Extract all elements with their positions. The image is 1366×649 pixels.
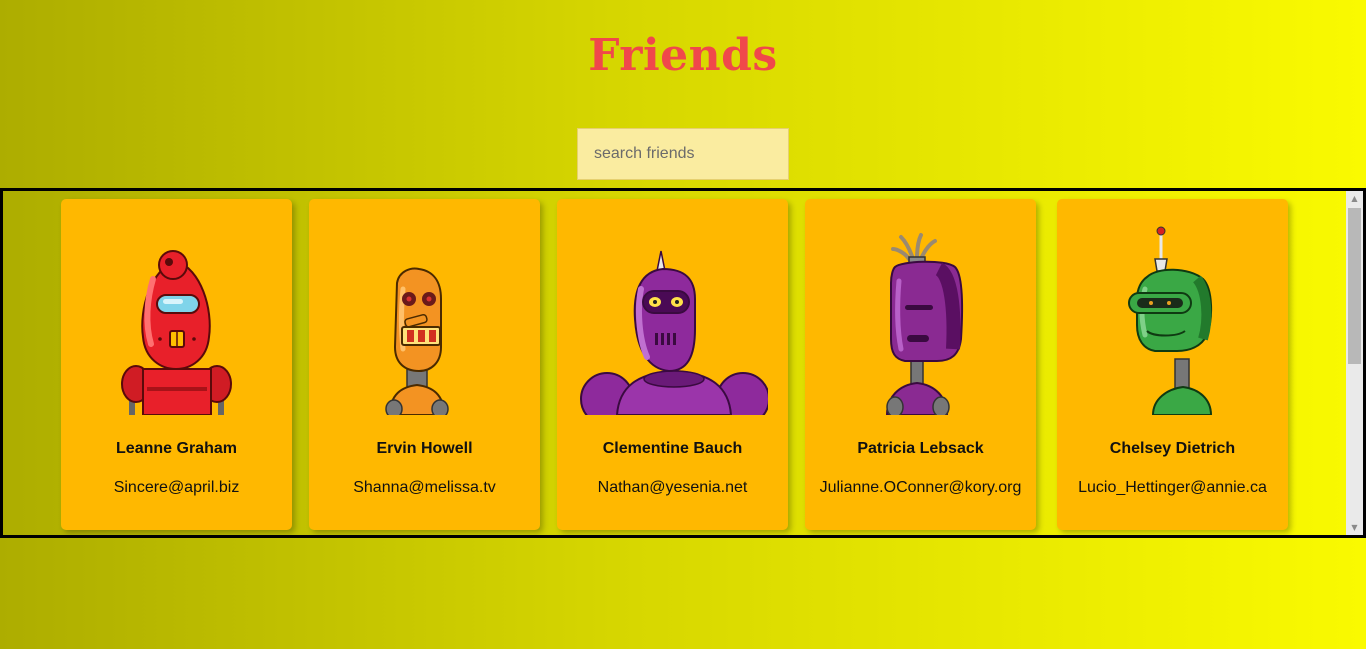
robot-card: Clementine Bauch Nathan@yesenia.net [557, 199, 788, 530]
search-input[interactable] [577, 128, 789, 180]
robot-avatar [329, 219, 520, 415]
robot-card: Ervin Howell Shanna@melissa.tv [309, 199, 540, 530]
vertical-scrollbar[interactable]: ▲ ▼ [1346, 191, 1363, 535]
scrollbar-thumb[interactable] [1348, 208, 1361, 364]
robot-name: Ervin Howell [376, 440, 473, 457]
robot-email: Julianne.OConner@kory.org [819, 479, 1022, 496]
robot-card: Chelsey Dietrich Lucio_Hettinger@annie.c… [1057, 199, 1288, 530]
robot-avatar [1077, 219, 1268, 415]
robot-avatar [825, 219, 1016, 415]
robot-name: Leanne Graham [116, 440, 237, 457]
robot-name: Chelsey Dietrich [1109, 440, 1236, 457]
robot-email: Sincere@april.biz [113, 479, 240, 496]
robot-card: Patricia Lebsack Julianne.OConner@kory.o… [805, 199, 1036, 530]
robot-name: Patricia Lebsack [857, 440, 984, 457]
robot-email: Nathan@yesenia.net [597, 479, 748, 496]
robot-email: Shanna@melissa.tv [353, 479, 496, 496]
scroll-down-icon[interactable]: ▼ [1346, 520, 1363, 535]
page-title: Friends [588, 30, 778, 81]
card-list-scroll-container[interactable]: Leanne Graham Sincere@april.biz Ervin Ho… [0, 188, 1366, 538]
robot-name: Clementine Bauch [602, 440, 743, 457]
robot-avatar [81, 219, 272, 415]
scroll-up-icon[interactable]: ▲ [1346, 191, 1363, 206]
robot-card: Leanne Graham Sincere@april.biz [61, 199, 292, 530]
robot-email: Lucio_Hettinger@annie.ca [1078, 479, 1267, 496]
robot-avatar [577, 219, 768, 415]
